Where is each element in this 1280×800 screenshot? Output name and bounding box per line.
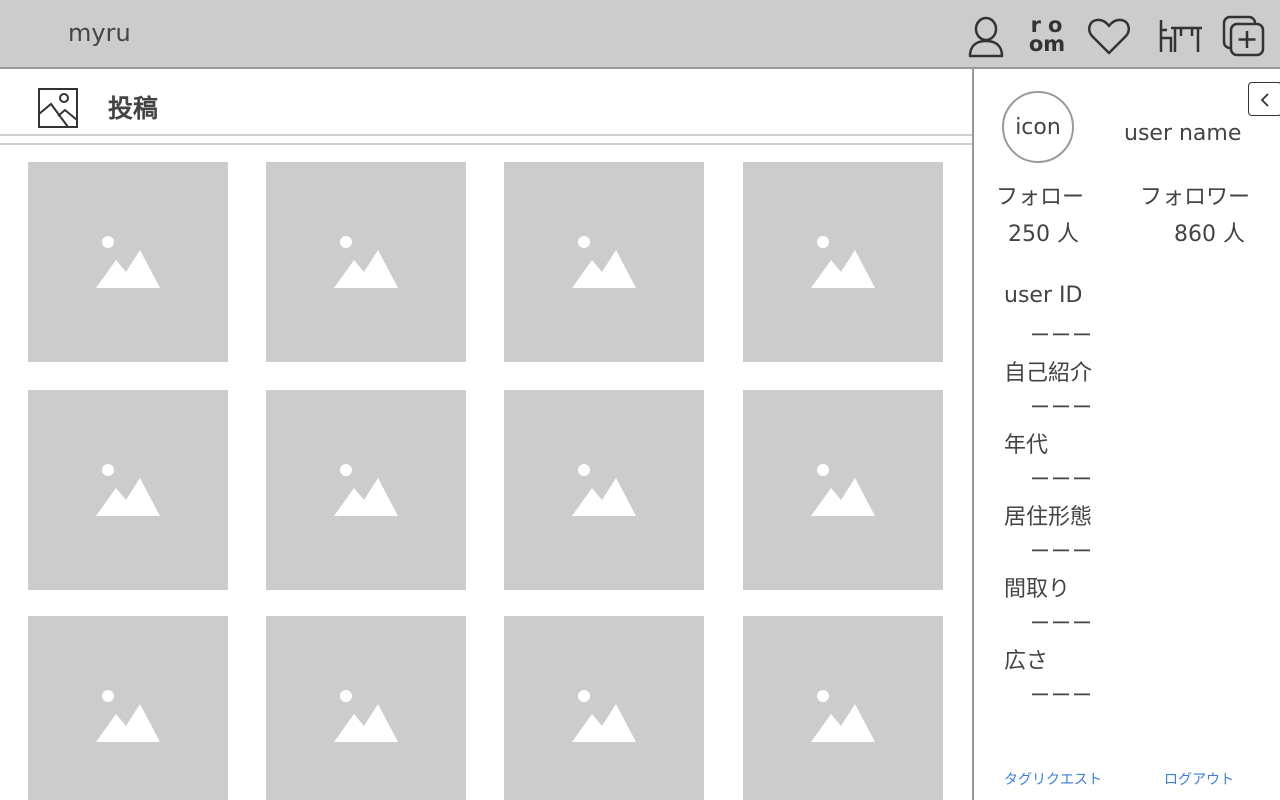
post-tile[interactable] xyxy=(504,390,704,590)
post-tile[interactable] xyxy=(743,162,943,362)
profile-sidebar: icon user name フォロー 250 人 フォロワー 860 人 us… xyxy=(974,69,1280,800)
field-value-bio: ーーー xyxy=(1030,395,1093,419)
image-placeholder-icon xyxy=(96,690,160,742)
add-post-icon[interactable] xyxy=(1221,14,1267,58)
image-placeholder-icon xyxy=(572,464,636,516)
follower-count[interactable]: 860 人 xyxy=(1174,216,1245,248)
image-placeholder-icon xyxy=(572,236,636,288)
field-label-area: 広さ xyxy=(1004,649,1049,674)
post-tile[interactable] xyxy=(743,390,943,590)
post-tile[interactable] xyxy=(504,162,704,362)
posts-header: 投稿 xyxy=(0,69,972,135)
page-title: 投稿 xyxy=(108,94,159,123)
post-grid xyxy=(28,162,944,800)
field-label-age: 年代 xyxy=(1004,433,1049,458)
chevron-left-icon xyxy=(1260,93,1269,107)
field-value-age: ーーー xyxy=(1030,467,1093,491)
field-label-residence: 居住形態 xyxy=(1004,505,1093,530)
image-placeholder-icon xyxy=(811,464,875,516)
logout-link[interactable]: ログアウト xyxy=(1164,769,1234,789)
post-tile[interactable] xyxy=(504,616,704,800)
avatar[interactable]: icon xyxy=(1002,91,1074,163)
field-value-layout: ーーー xyxy=(1030,611,1093,635)
field-label-user-id: user ID xyxy=(1004,283,1083,308)
post-tile[interactable] xyxy=(28,390,228,590)
field-value-area: ーーー xyxy=(1030,683,1093,707)
post-tile[interactable] xyxy=(266,162,466,362)
divider xyxy=(0,143,972,145)
follow-count[interactable]: 250 人 xyxy=(1008,216,1079,248)
field-value-residence: ーーー xyxy=(1030,539,1093,563)
divider xyxy=(0,134,972,136)
follower-label[interactable]: フォロワー xyxy=(1140,179,1250,211)
image-placeholder-icon xyxy=(334,464,398,516)
image-placeholder-icon xyxy=(96,236,160,288)
furniture-icon[interactable] xyxy=(1158,14,1204,58)
collapse-sidebar-button[interactable] xyxy=(1248,82,1280,116)
post-tile[interactable] xyxy=(743,616,943,800)
field-value-user-id: ーーー xyxy=(1030,323,1093,347)
user-icon[interactable] xyxy=(966,14,1006,58)
post-tile[interactable] xyxy=(266,390,466,590)
image-placeholder-icon xyxy=(811,236,875,288)
heart-icon[interactable] xyxy=(1087,14,1131,58)
image-placeholder-icon xyxy=(572,690,636,742)
image-icon xyxy=(38,88,78,128)
follow-label[interactable]: フォロー xyxy=(996,179,1084,211)
image-placeholder-icon xyxy=(811,690,875,742)
username: user name xyxy=(1124,121,1242,146)
room-icon[interactable]: ro om xyxy=(1024,15,1070,58)
brand-logo[interactable]: myru xyxy=(68,19,131,47)
post-tile[interactable] xyxy=(28,616,228,800)
image-placeholder-icon xyxy=(334,690,398,742)
post-tile[interactable] xyxy=(28,162,228,362)
image-placeholder-icon xyxy=(96,464,160,516)
app-header: myru ro om xyxy=(0,0,1280,69)
field-label-layout: 間取り xyxy=(1004,577,1071,602)
post-tile[interactable] xyxy=(266,616,466,800)
field-label-bio: 自己紹介 xyxy=(1004,361,1093,386)
image-placeholder-icon xyxy=(334,236,398,288)
tag-request-link[interactable]: タグリクエスト xyxy=(1004,769,1102,789)
